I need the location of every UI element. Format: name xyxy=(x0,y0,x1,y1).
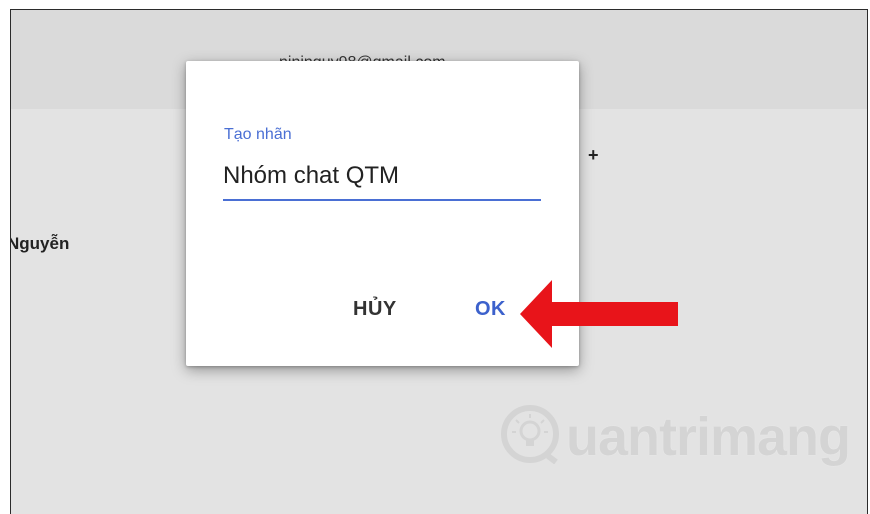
label-name-input[interactable] xyxy=(223,161,541,201)
cancel-button[interactable]: HỦY xyxy=(353,298,397,321)
watermark-text: uantrimang xyxy=(566,407,851,467)
contact-name: Nguyễn xyxy=(10,234,70,253)
red-arrow-icon xyxy=(520,280,678,348)
add-icon[interactable]: + xyxy=(588,145,599,166)
watermark: uantrimang xyxy=(500,400,860,472)
lightbulb-icon xyxy=(501,405,559,464)
create-label-title: Tạo nhãn xyxy=(224,126,292,143)
ok-button[interactable]: OK xyxy=(475,298,506,321)
